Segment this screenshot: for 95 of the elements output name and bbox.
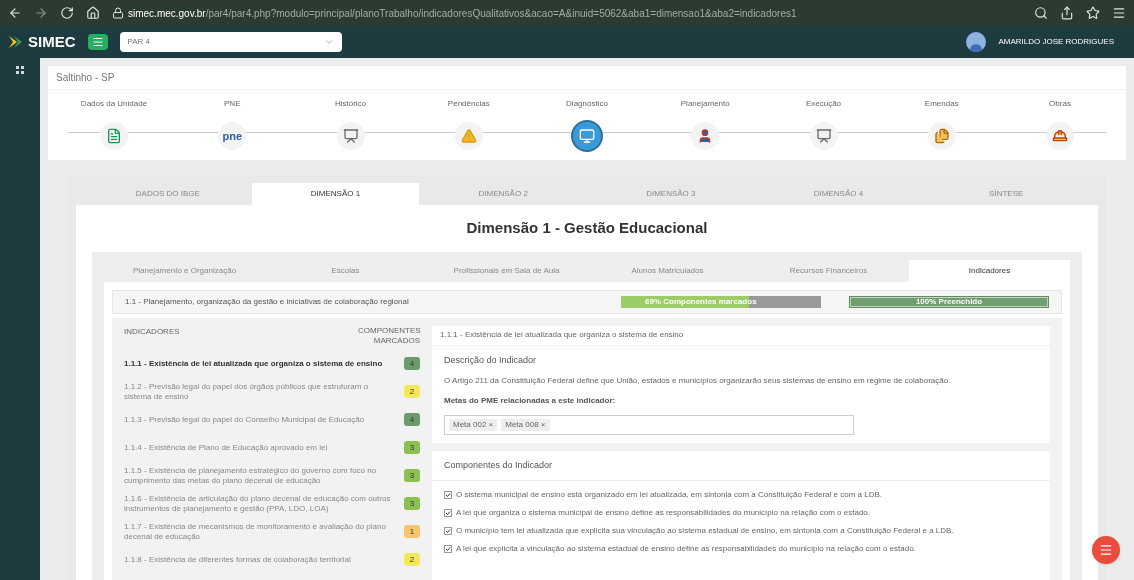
count-badge: 3 xyxy=(404,469,420,482)
step-button[interactable] xyxy=(336,122,365,150)
step-label[interactable]: Diagnóstico xyxy=(566,98,608,110)
count-badge: 4 xyxy=(404,357,420,370)
check-icon xyxy=(445,492,451,498)
indicator-item[interactable]: 1.1.4 - Existência de Plano de Educação aprovado em lei 3 xyxy=(124,433,420,462)
goals-field[interactable]: Meta 002 × Meta 008 × xyxy=(444,415,854,435)
component-label: A lei que organiza o sistema municipal de ensino define as responsabilidades do município na relação com o estado. xyxy=(456,507,871,519)
menu-icon xyxy=(1099,543,1113,557)
step-button[interactable] xyxy=(573,122,601,150)
indicator-item[interactable]: 1.1.1 - Existência de lei atualizada que organiza o sistema de ensino 4 xyxy=(124,349,420,378)
indicator-item[interactable]: 1.1.6 - Existência de articulação do plano decenal de educação com outros instrumentos de planejamento e gestão (PPA, LDO, LOA) 3 xyxy=(124,489,420,518)
checkbox[interactable] xyxy=(444,545,452,553)
checkbox[interactable] xyxy=(444,527,452,535)
component-label: O município tem lei atualizada que explicita sua vinculação ao sistema estadual de ensino, em sintonia com a Constituição Federal e a LDB. xyxy=(456,525,954,537)
sidebar-toggle-button[interactable] xyxy=(87,34,108,50)
board-icon xyxy=(815,128,832,144)
indicator-item[interactable]: 1.1.2 - Previsão legal do papel dos órgãos públicos que estruturam o sistema de ensino 2 xyxy=(124,377,420,406)
step-label[interactable]: Emendas xyxy=(924,98,959,110)
goal-tag[interactable]: Meta 008 × xyxy=(501,419,550,431)
step-label[interactable]: Execução xyxy=(805,98,842,110)
menu-icon[interactable] xyxy=(1112,6,1126,20)
share-icon[interactable] xyxy=(1060,6,1074,20)
star-icon[interactable] xyxy=(1086,6,1100,20)
pne-logo-icon: pne xyxy=(222,130,243,142)
caret-icon xyxy=(323,37,334,47)
program-select[interactable]: PAR 4 xyxy=(119,32,342,52)
dimension-title: Dimensão 1 - Gestão Educacional xyxy=(465,218,709,238)
count-badge: 4 xyxy=(404,413,420,426)
progress-label: 69% Componentes marcados xyxy=(644,295,757,308)
step-label[interactable]: Planejamento xyxy=(680,98,730,110)
component-label: O sistema municipal de ensino está organizado em lei atualizada, em sintonia com a Constituição Federal e com a LDB. xyxy=(456,489,882,501)
warning-icon xyxy=(460,128,477,144)
search-icon[interactable] xyxy=(1034,6,1048,20)
document-icon xyxy=(106,128,122,144)
location-title: Saltinho - SP xyxy=(56,71,115,85)
check-icon xyxy=(445,546,451,552)
indicator-item[interactable]: 1.1.7 - Existência de mecanismos de monitoramento e avaliação do plano decenal de educação 1 xyxy=(124,517,420,546)
section-title: Componentes do Indicador xyxy=(444,458,553,472)
checkbox[interactable] xyxy=(444,509,452,517)
step-button[interactable]: pne xyxy=(218,122,247,150)
step-label[interactable]: Dados da Unidade xyxy=(80,98,148,110)
menu-icon xyxy=(91,36,104,48)
step-button[interactable] xyxy=(100,122,128,150)
goal-tag[interactable]: Meta 002 × xyxy=(449,419,498,431)
component-label: A lei que explicita a vinculação ao sistema estadual de ensino define as responsabilidades do município na relação com o estado. xyxy=(456,543,916,555)
detail-heading: 1.1.1 - Existência de lei atualizada que organiza o sistema de ensino xyxy=(440,329,684,341)
count-badge: 2 xyxy=(404,553,420,566)
worker-icon xyxy=(1052,128,1068,144)
address-bar[interactable]: simec.mec.gov.br/par4/par4.php?modulo=principal/planoTrabalho/indicadoresQualitativos&acao=A&inuid=5062&aba1=dimensao1&aba2=indicadores1 xyxy=(128,5,797,21)
area-title: 1.1 - Planejamento, organização da gestão e iniciativas de colaboração regional xyxy=(125,295,410,308)
count-badge: 3 xyxy=(404,441,420,454)
step-label[interactable]: PNE xyxy=(224,98,241,110)
progress-label: 100% Preenchido xyxy=(914,296,984,307)
step-label[interactable]: Obras xyxy=(1049,98,1071,110)
logo-chevron-icon xyxy=(8,34,24,50)
board-icon xyxy=(342,128,359,144)
step-label[interactable]: Histórico xyxy=(334,98,367,110)
back-icon[interactable] xyxy=(8,6,22,20)
section-tab[interactable]: Profissionais em Sala de Aula xyxy=(426,259,587,282)
check-icon xyxy=(445,528,451,534)
grid-icon[interactable] xyxy=(16,66,24,74)
goals-label: Metas do PME relacionadas a este indicador: xyxy=(444,395,617,407)
count-badge: 3 xyxy=(404,497,420,510)
count-badge: 1 xyxy=(404,525,420,538)
step-button[interactable] xyxy=(1046,122,1074,150)
files-icon xyxy=(933,128,950,144)
section-tab[interactable]: Indicadores xyxy=(909,259,1070,282)
section-tab[interactable]: Recursos Financeiros xyxy=(748,259,909,282)
section-tab[interactable]: Alunos Matriculados xyxy=(587,259,748,282)
user-name[interactable]: AMARILDO JOSE RODRIGUES xyxy=(998,36,1126,48)
dimension-tab[interactable]: DIMENSÃO 1 xyxy=(251,183,420,205)
description-text: O Artigo 211 da Constituição Federal define que União, estados e municípios organizarão seus sistemas de ensino em regime de colaboração. xyxy=(444,375,952,387)
lock-icon xyxy=(112,7,124,19)
step-button[interactable] xyxy=(691,122,720,150)
column-header: INDICADORES xyxy=(124,325,180,338)
step-button[interactable] xyxy=(927,122,956,150)
indicator-item[interactable]: 1.1.3 - Previsão legal do papel do Conselho Municipal de Educação 4 xyxy=(124,405,420,434)
step-label[interactable]: Pendências xyxy=(447,98,490,110)
floating-menu-button[interactable] xyxy=(1092,536,1120,564)
checkbox[interactable] xyxy=(444,491,452,499)
reload-icon[interactable] xyxy=(60,6,74,20)
indicator-item[interactable]: 1.1.8 - Existência de diferentes formas de colaboração territorial 2 xyxy=(124,545,420,574)
count-badge: 2 xyxy=(404,385,420,398)
section-tab[interactable]: Planejamento e Organização xyxy=(104,259,265,282)
monitor-icon xyxy=(579,128,595,144)
section-tab[interactable]: Escolas xyxy=(265,259,426,282)
indicator-item[interactable]: 1.1.5 - Existência de planejamento estratégico do governo com foco no cumprimento das metas do plano decenal de educação 3 xyxy=(124,461,420,490)
check-icon xyxy=(445,510,451,516)
user-avatar[interactable] xyxy=(966,32,987,52)
column-header: COMPONENTES MARCADOS xyxy=(358,325,420,346)
step-button[interactable] xyxy=(809,122,838,150)
home-icon[interactable] xyxy=(86,6,100,20)
section-title: Descrição do Indicador xyxy=(444,353,538,367)
app-logo: SIMEC xyxy=(28,31,76,52)
